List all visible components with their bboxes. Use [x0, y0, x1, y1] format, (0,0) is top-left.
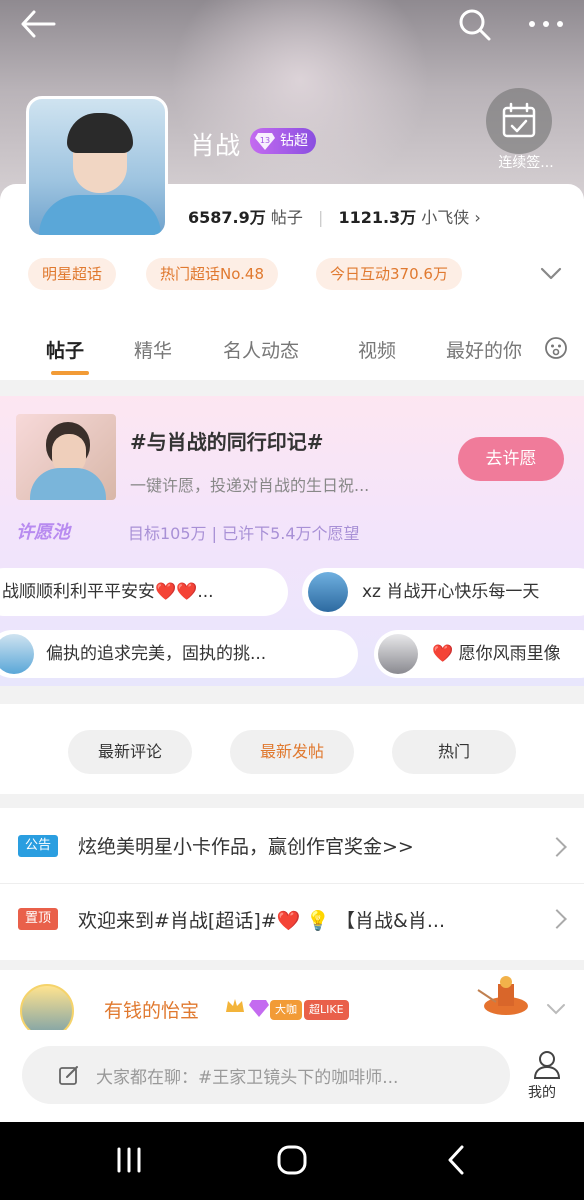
recent-apps-icon[interactable] [116, 1146, 142, 1178]
wish-target-text: 目标105万 | 已许下5.4万个愿望 [128, 524, 360, 543]
fans-count: 1121.3万 [338, 208, 417, 227]
checkin-label: 连续签... [498, 155, 554, 171]
wish-bubble[interactable]: ❤️ 愿你风雨里像 [374, 630, 584, 678]
wish-bubble[interactable]: xz 肖战开心快乐每一天 [302, 568, 584, 616]
tag-star-topic[interactable]: 明星超话 [28, 258, 117, 290]
chevron-right-icon: › [474, 208, 481, 227]
chevron-down-icon[interactable] [540, 266, 562, 285]
level-badge-label: 钻超 [280, 133, 308, 149]
tab-videos[interactable]: 视频 [358, 336, 396, 363]
avatar [0, 634, 34, 674]
home-icon[interactable] [276, 1144, 308, 1180]
hotpot-decoration-icon [476, 972, 532, 1022]
level-badge: 13 钻超 [250, 128, 316, 154]
page: 连续签... 肖战 13 钻超 6587.9万 帖子 | 1121.3万 小飞侠… [0, 0, 584, 1200]
announcement-badge: 公告 [18, 835, 58, 857]
tab-active-indicator [51, 371, 89, 375]
stats-row[interactable]: 6587.9万 帖子 | 1121.3万 小飞侠 › [188, 204, 481, 228]
wish-subtitle: 一键许愿，投递对肖战的生日祝... [130, 476, 370, 495]
back-arrow-icon[interactable] [20, 10, 56, 38]
wish-pool-logo: 许愿池 [16, 522, 70, 543]
pinned-text: 欢迎来到#肖战[超话]#❤️ 💡 【肖战&肖... [78, 910, 445, 932]
calendar-check-icon [502, 102, 536, 138]
diamond-icon: 13 [255, 133, 275, 150]
tab-posts[interactable]: 帖子 [46, 336, 84, 363]
diamond-icon [248, 998, 270, 1022]
page-title: 肖战 [190, 131, 241, 160]
more-dots-icon[interactable] [528, 20, 564, 28]
back-icon[interactable] [446, 1144, 466, 1180]
wish-bubble-text: xz 肖战开心快乐每一天 [362, 582, 540, 602]
profile-icon[interactable] [533, 1050, 561, 1080]
crown-icon [224, 996, 246, 1020]
posts-count: 6587.9万 [188, 208, 266, 227]
tab-essence[interactable]: 精华 [134, 336, 172, 363]
filter-latest-comments[interactable]: 最新评论 [68, 730, 192, 774]
wish-title: #与肖战的同行印记# [130, 430, 324, 454]
tab-best-you[interactable]: 最好的你 [446, 336, 522, 363]
big-shot-badge: 大咖 [270, 1000, 302, 1020]
search-icon[interactable] [458, 8, 492, 42]
announcement-text: 炫绝美明星小卡作品，赢创作官奖金>> [78, 836, 414, 858]
checkin-button[interactable] [486, 88, 552, 154]
emoji-face-icon [544, 336, 568, 364]
fans-label: 小飞侠 [421, 208, 470, 227]
avatar [378, 634, 418, 674]
tab-best-you-label: 最好的你 [446, 340, 523, 362]
wish-bubble-text: ❤️ 愿你风雨里像 [432, 644, 561, 664]
edit-icon [58, 1064, 80, 1086]
wish-bubble[interactable]: 偏执的追求完美，固执的挑... [0, 630, 358, 678]
avatar [308, 572, 348, 612]
avatar[interactable] [26, 96, 168, 238]
super-like-badge: 超LIKE [304, 1000, 349, 1020]
pinned-badge: 置顶 [18, 908, 58, 930]
tag-hot-rank[interactable]: 热门超话No.48 [146, 258, 278, 290]
wish-cover-image[interactable] [16, 414, 116, 500]
filter-latest-posts[interactable]: 最新发帖 [230, 730, 354, 774]
posts-label: 帖子 [270, 208, 303, 227]
make-wish-button[interactable]: 去许愿 [458, 437, 564, 481]
svg-text:13: 13 [260, 136, 270, 145]
tag-today-interaction[interactable]: 今日互动370.6万 [316, 258, 462, 290]
chevron-down-icon[interactable] [546, 1000, 566, 1019]
post-author[interactable]: 有钱的怡宝 [104, 996, 199, 1023]
wish-bubble-text: 偏执的追求完美，固执的挑... [46, 644, 267, 664]
profile-label[interactable]: 我的 [528, 1082, 556, 1102]
tab-celebrity-updates[interactable]: 名人动态 [223, 336, 299, 363]
filter-hot[interactable]: 热门 [392, 730, 516, 774]
wish-bubble[interactable]: 战顺顺利利平平安安❤️❤️... [0, 568, 288, 616]
wish-bubble-text: 战顺顺利利平平安安❤️❤️... [2, 582, 214, 602]
compose-placeholder: 大家都在聊：#王家卫镜头下的咖啡师... [96, 1068, 399, 1088]
